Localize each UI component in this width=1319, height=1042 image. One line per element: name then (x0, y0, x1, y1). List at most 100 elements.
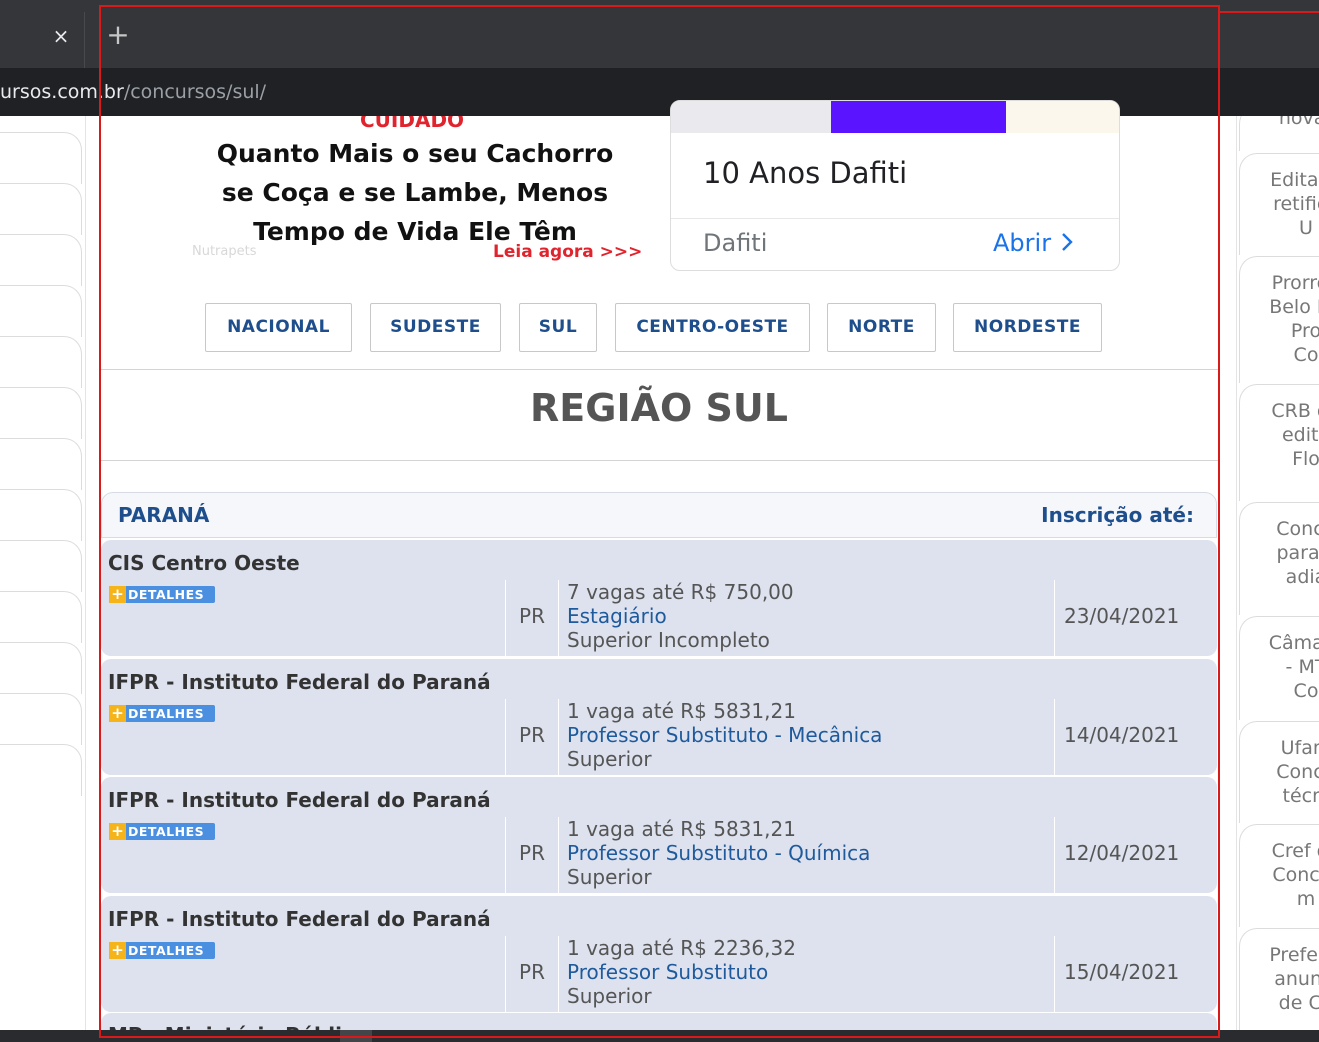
details-label: DETALHES (128, 943, 205, 958)
news-card[interactable]: Prefeituanuncide Co (1239, 928, 1319, 1030)
region-button-sudeste[interactable]: SUDESTE (370, 303, 501, 352)
left-sidebar-card[interactable] (0, 744, 82, 796)
news-card-line: técni (1282, 785, 1319, 807)
left-sidebar-card[interactable] (0, 693, 82, 745)
state-code: PR (519, 723, 545, 747)
vacancies-text: 1 vaga até R$ 5831,21 (567, 699, 796, 723)
left-sidebar-card[interactable] (0, 336, 82, 388)
page-title: REGIÃO SUL (530, 386, 788, 430)
left-sidebar-card[interactable] (0, 642, 82, 694)
education-level: Superior (567, 984, 652, 1008)
address-bar[interactable]: ursos.com.br/concursos/sul/ (0, 68, 1319, 116)
left-sidebar-card[interactable] (0, 234, 82, 286)
news-card-line: anunci (1274, 968, 1319, 990)
news-card-line: retifica (1273, 193, 1319, 215)
sponsored-ad-dog[interactable]: CUIDADO Quanto Mais o seu Cachorro se Co… (190, 116, 650, 276)
deadline-date: 23/04/2021 (1064, 604, 1180, 628)
column-separator (1054, 936, 1055, 1014)
news-card-line: Prefeitu (1269, 944, 1319, 966)
left-sidebar-card[interactable] (0, 489, 82, 541)
plus-icon: + (109, 942, 126, 959)
news-card-line: Flo (1292, 448, 1319, 470)
state-code: PR (519, 960, 545, 984)
vacancies-text: 7 vagas até R$ 750,00 (567, 580, 794, 604)
ad-headline-line: Quanto Mais o seu Cachorro (216, 139, 614, 168)
region-button-centro-oeste[interactable]: CENTRO-OESTE (615, 303, 810, 352)
left-sidebar-card[interactable] (0, 387, 82, 439)
news-card[interactable]: novar (1239, 116, 1319, 151)
organization-name: IFPR - Instituto Federal do Paraná (108, 670, 491, 694)
ad-divider (671, 218, 1119, 219)
ad-image-strip (671, 101, 831, 133)
position-link[interactable]: Professor Substituto (567, 960, 768, 984)
taskbar (0, 1030, 1319, 1042)
education-level: Superior Incompleto (567, 628, 770, 652)
left-sidebar-card[interactable] (0, 540, 82, 592)
table-row: CIS Centro Oeste + DETALHES PR 7 vagas at… (101, 540, 1217, 658)
position-link[interactable]: Estagiário (567, 604, 667, 628)
details-button[interactable]: + DETALHES (109, 942, 215, 959)
news-card-line: Prorrog (1271, 272, 1319, 294)
deadline-header: Inscrição até: (1041, 503, 1194, 527)
news-card-line: Concu (1276, 518, 1319, 540)
news-card-line: m (1296, 888, 1316, 910)
ad-brand: Dafiti (703, 229, 768, 257)
close-tab-icon[interactable]: × (50, 22, 72, 50)
region-button-nacional[interactable]: NACIONAL (205, 303, 352, 352)
left-sidebar-card[interactable] (0, 591, 82, 643)
divider (100, 460, 1218, 461)
chevron-right-icon (1062, 233, 1073, 251)
left-sidebar-card[interactable] (0, 183, 82, 235)
news-card-line: edita (1281, 424, 1319, 446)
organization-name: CIS Centro Oeste (108, 551, 300, 575)
organization-name: IFPR - Instituto Federal do Paraná (108, 907, 491, 931)
ad-warning-text: CUIDADO (360, 116, 465, 132)
news-card-line: Belo Ho (1269, 296, 1319, 318)
position-link[interactable]: Professor Substituto - Mecânica (567, 723, 882, 747)
education-level: Superior (567, 865, 652, 889)
news-card-line: Co (1293, 344, 1319, 366)
news-card-line: Câmara (1268, 632, 1319, 654)
news-card[interactable]: Concupara sadia (1239, 502, 1319, 615)
details-button[interactable]: + DETALHES (109, 823, 215, 840)
news-card-line: novar (1278, 116, 1319, 129)
column-separator (1054, 580, 1055, 658)
news-card[interactable]: UfamConcutécni (1239, 721, 1319, 823)
ad-headline[interactable]: Quanto Mais o seu Cachorro se Coça e se … (190, 134, 640, 251)
table-row: IFPR - Instituto Federal do Paraná + DETA… (101, 896, 1217, 1014)
news-card[interactable]: Edital dretificaU (1239, 153, 1319, 255)
region-button-sul[interactable]: SUL (519, 303, 597, 352)
ad-open-button[interactable]: Abrir (993, 229, 1075, 257)
left-sidebar-card[interactable] (0, 285, 82, 337)
deadline-date: 14/04/2021 (1064, 723, 1180, 747)
news-card[interactable]: CRB daeditaFlo (1239, 384, 1319, 501)
left-sidebar-card[interactable] (0, 132, 82, 184)
details-button[interactable]: + DETALHES (109, 586, 215, 603)
news-card[interactable]: ProrrogBelo HoProCo (1239, 256, 1319, 383)
news-card-line: Concu (1276, 761, 1319, 783)
news-card[interactable]: Cref daConcurm (1239, 824, 1319, 927)
taskbar-item[interactable] (340, 1030, 372, 1042)
sponsored-ad-dafiti[interactable]: 10 Anos Dafiti Dafiti Abrir (670, 100, 1120, 271)
education-level: Superior (567, 747, 652, 771)
ad-read-now-link[interactable]: Leia agora >>> (493, 242, 642, 262)
region-button-norte[interactable]: NORTE (827, 303, 936, 352)
details-button[interactable]: + DETALHES (109, 705, 215, 722)
news-card[interactable]: Câmara- MTCo (1239, 616, 1319, 720)
plus-icon: + (109, 586, 126, 603)
news-card-line: de Co (1278, 992, 1319, 1014)
region-button-nordeste[interactable]: NORDESTE (953, 303, 1102, 352)
state-code: PR (519, 604, 545, 628)
new-tab-icon[interactable]: + (104, 20, 132, 52)
news-card-line: Concur (1272, 864, 1319, 886)
position-link[interactable]: Professor Substituto - Química (567, 841, 870, 865)
left-sidebar-card[interactable] (0, 438, 82, 490)
ad-headline-line: se Coça e se Lambe, Menos (221, 178, 609, 207)
url-text[interactable]: ursos.com.br/concursos/sul/ (0, 78, 266, 106)
state-header: PARANÁ Inscrição até: (101, 492, 1217, 538)
news-card-line: Ufam (1280, 737, 1319, 759)
browser-tab-bar: × + (0, 0, 1319, 68)
column-separator (558, 936, 559, 1014)
news-card-line: Cref da (1271, 840, 1319, 862)
url-host: ursos.com.br (0, 81, 124, 103)
